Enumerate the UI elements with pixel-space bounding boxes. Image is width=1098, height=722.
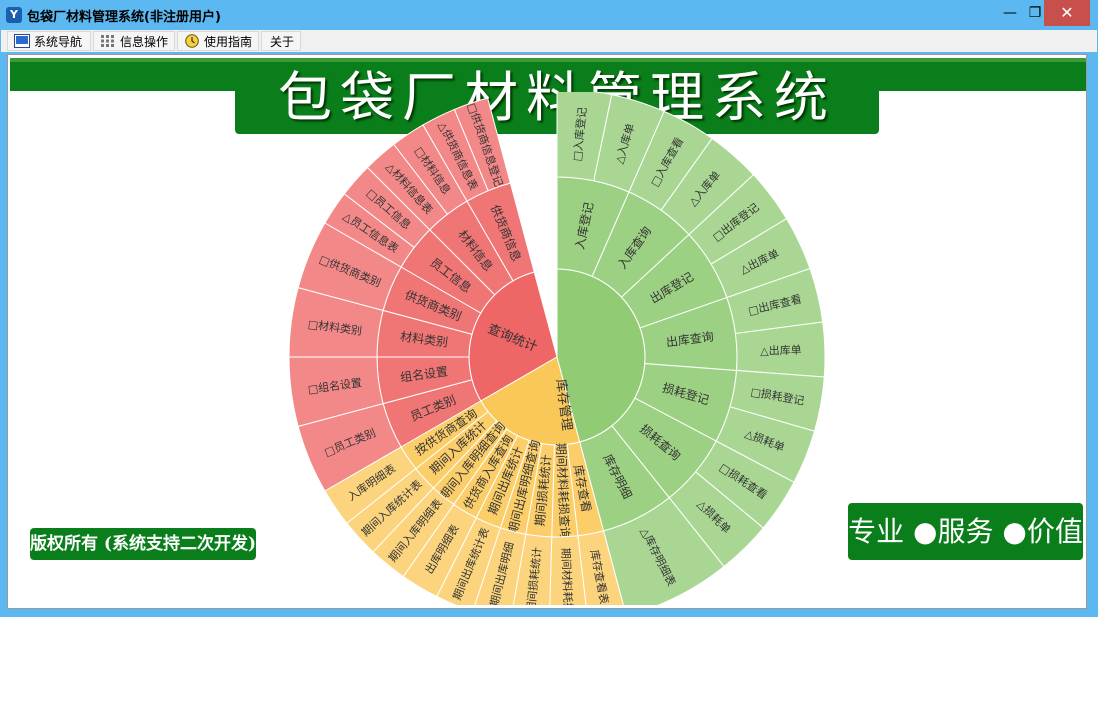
- navigation-sunburst-chart: 基本信息员工类别□员工类别组名设置□组名设置材料类别□材料类别供货商类别□供货商…: [288, 92, 826, 614]
- sunburst-leaf-label: △出库单: [760, 343, 802, 358]
- sunburst-leaf-label: 期间材料耗损: [559, 547, 576, 614]
